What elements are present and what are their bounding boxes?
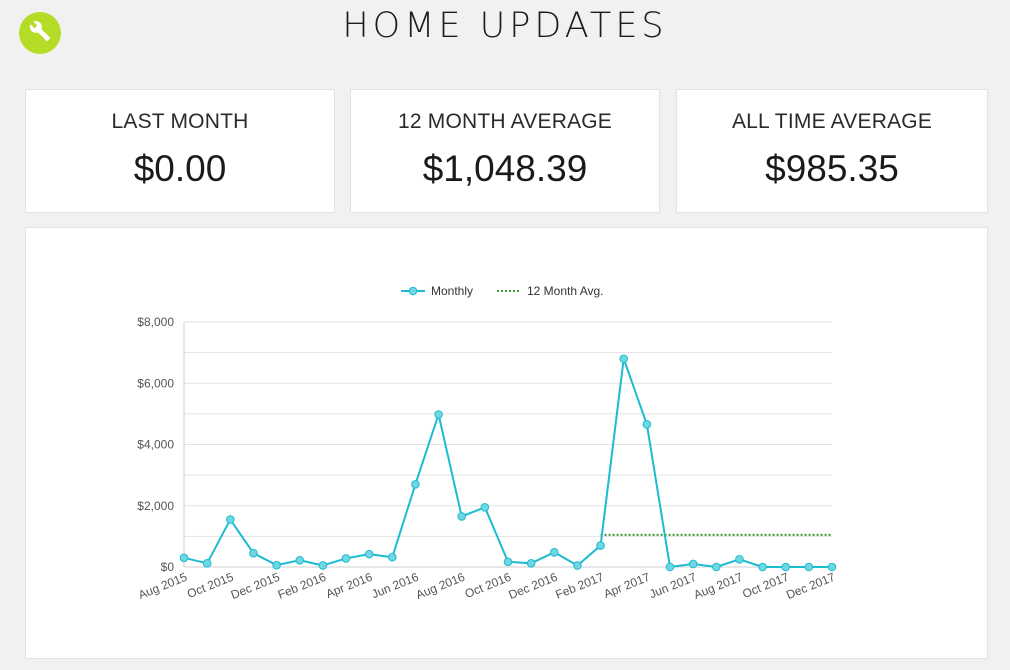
data-point xyxy=(225,515,235,524)
y-tick-label: $4,000 xyxy=(137,438,174,452)
x-tick-label: Feb 2017 xyxy=(553,570,606,602)
data-point xyxy=(364,549,374,559)
data-point xyxy=(642,419,652,429)
x-tick-label: Aug 2017 xyxy=(692,570,745,602)
x-tick-label: Oct 2015 xyxy=(185,570,236,601)
data-point xyxy=(387,552,397,562)
data-point xyxy=(758,562,767,572)
data-point xyxy=(202,559,212,568)
x-tick-label: Dec 2015 xyxy=(229,570,282,602)
data-point xyxy=(619,354,629,364)
series-line-monthly xyxy=(183,357,832,568)
page-title: HOME UPDATES xyxy=(342,6,668,46)
x-tick-label: Jun 2016 xyxy=(370,570,421,602)
chart-panel: $0 $2,000 $4,000 $6,000 $8,000 Aug 2015 Oct 20… xyxy=(25,227,988,659)
data-point xyxy=(179,553,189,563)
data-point xyxy=(295,555,305,565)
data-point xyxy=(318,561,328,570)
all-time-average-card: ALL TIME AVERAGE $985.35 xyxy=(676,89,988,213)
card-value: $1,048.39 xyxy=(422,148,588,189)
legend-label-monthly: Monthly xyxy=(431,284,473,298)
data-point xyxy=(457,512,467,521)
data-point xyxy=(411,480,420,489)
data-point xyxy=(434,410,443,419)
twelve-month-average-card: 12 MONTH AVERAGE $1,048.39 xyxy=(350,89,660,213)
data-point xyxy=(735,555,744,564)
card-value: $985.35 xyxy=(765,148,899,189)
card-label: ALL TIME AVERAGE xyxy=(731,110,933,133)
x-tick-label: Dec 2016 xyxy=(507,570,560,602)
data-point xyxy=(503,557,513,567)
card-label: 12 MONTH AVERAGE xyxy=(397,110,613,133)
last-month-card: LAST MONTH $0.00 xyxy=(25,89,335,213)
data-point xyxy=(665,562,675,572)
x-tick-label: Apr 2016 xyxy=(324,570,375,601)
line-chart: $0$2,000$4,000$6,000$8,000Aug 2015Oct 20… xyxy=(136,284,837,602)
data-point xyxy=(804,562,814,572)
card-value: $0.00 xyxy=(133,148,227,189)
data-point xyxy=(711,562,721,572)
legend-label-12-month-avg: 12 Month Avg. xyxy=(527,284,604,298)
data-point xyxy=(526,559,536,568)
x-tick-label: Oct 2016 xyxy=(463,570,514,601)
x-tick-label: Aug 2016 xyxy=(414,570,467,602)
data-point xyxy=(272,560,281,570)
data-point xyxy=(688,559,698,569)
y-tick-label: $2,000 xyxy=(137,499,174,513)
legend-marker-monthly xyxy=(408,286,418,296)
data-point xyxy=(596,541,605,550)
x-tick-label: Apr 2017 xyxy=(602,570,653,601)
x-tick-label: Aug 2015 xyxy=(136,570,189,602)
data-point xyxy=(573,561,582,570)
card-label: LAST MONTH xyxy=(111,110,249,133)
x-tick-label: Dec 2017 xyxy=(784,570,837,602)
data-point xyxy=(341,554,351,563)
x-tick-label: Oct 2017 xyxy=(740,570,791,601)
y-tick-label: $0 xyxy=(161,560,175,574)
data-point xyxy=(249,548,258,558)
data-point xyxy=(827,562,837,572)
y-tick-label: $8,000 xyxy=(137,315,174,329)
y-tick-label: $6,000 xyxy=(137,376,174,390)
data-point xyxy=(480,502,490,512)
x-tick-label: Jun 2017 xyxy=(647,570,698,602)
x-tick-label: Feb 2016 xyxy=(276,570,329,602)
data-point xyxy=(549,548,559,557)
data-point xyxy=(781,562,791,572)
